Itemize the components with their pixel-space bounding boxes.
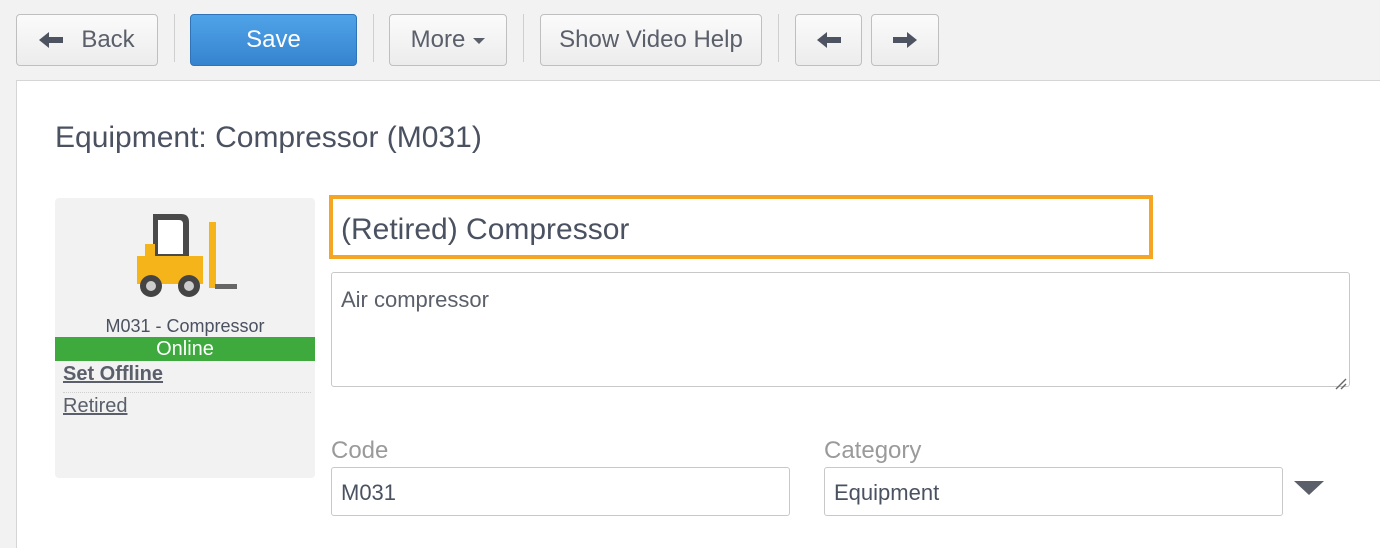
previous-record-button[interactable] <box>795 14 862 66</box>
chevron-down-icon[interactable] <box>1294 481 1324 495</box>
arrow-left-icon <box>39 31 64 49</box>
save-button[interactable]: Save <box>190 14 357 66</box>
caret-down-icon <box>473 38 486 44</box>
set-offline-link[interactable]: Set Offline <box>63 363 163 386</box>
description-text: Air compressor <box>341 287 489 312</box>
asset-card: M031 - Compressor Online Set Offline Ret… <box>55 198 315 478</box>
status-badge: Online <box>55 337 315 361</box>
next-record-button[interactable] <box>871 14 939 66</box>
toolbar: Back Save More Show Video Help <box>0 0 1380 80</box>
category-select[interactable]: Equipment <box>824 467 1283 516</box>
toolbar-divider <box>373 14 374 62</box>
arrow-left-icon <box>816 31 841 49</box>
arrow-right-icon <box>893 31 917 49</box>
toolbar-divider <box>778 14 779 62</box>
retired-link[interactable]: Retired <box>63 395 127 418</box>
code-input[interactable]: M031 <box>331 467 790 516</box>
save-button-label: Save <box>246 26 301 53</box>
show-video-help-label: Show Video Help <box>559 26 743 53</box>
more-button-label: More <box>410 26 466 53</box>
code-label: Code <box>331 437 389 464</box>
category-label: Category <box>824 437 922 464</box>
equipment-name-field[interactable]: (Retired) Compressor <box>329 195 1153 259</box>
asset-label: M031 - Compressor <box>105 316 265 336</box>
toolbar-divider <box>174 14 175 62</box>
record-panel: Equipment: Compressor (M031) M031 - Comp… <box>16 80 1380 548</box>
show-video-help-button[interactable]: Show Video Help <box>540 14 762 66</box>
description-textarea[interactable]: Air compressor <box>331 272 1350 390</box>
back-button[interactable]: Back <box>16 14 158 66</box>
toolbar-divider <box>523 14 524 62</box>
forklift-icon <box>131 208 241 300</box>
more-dropdown-button[interactable]: More <box>389 14 507 66</box>
back-button-label: Back <box>81 26 135 53</box>
divider <box>63 392 311 393</box>
page-title: Equipment: Compressor (M031) <box>55 121 482 154</box>
resize-handle-icon[interactable] <box>1333 370 1347 390</box>
